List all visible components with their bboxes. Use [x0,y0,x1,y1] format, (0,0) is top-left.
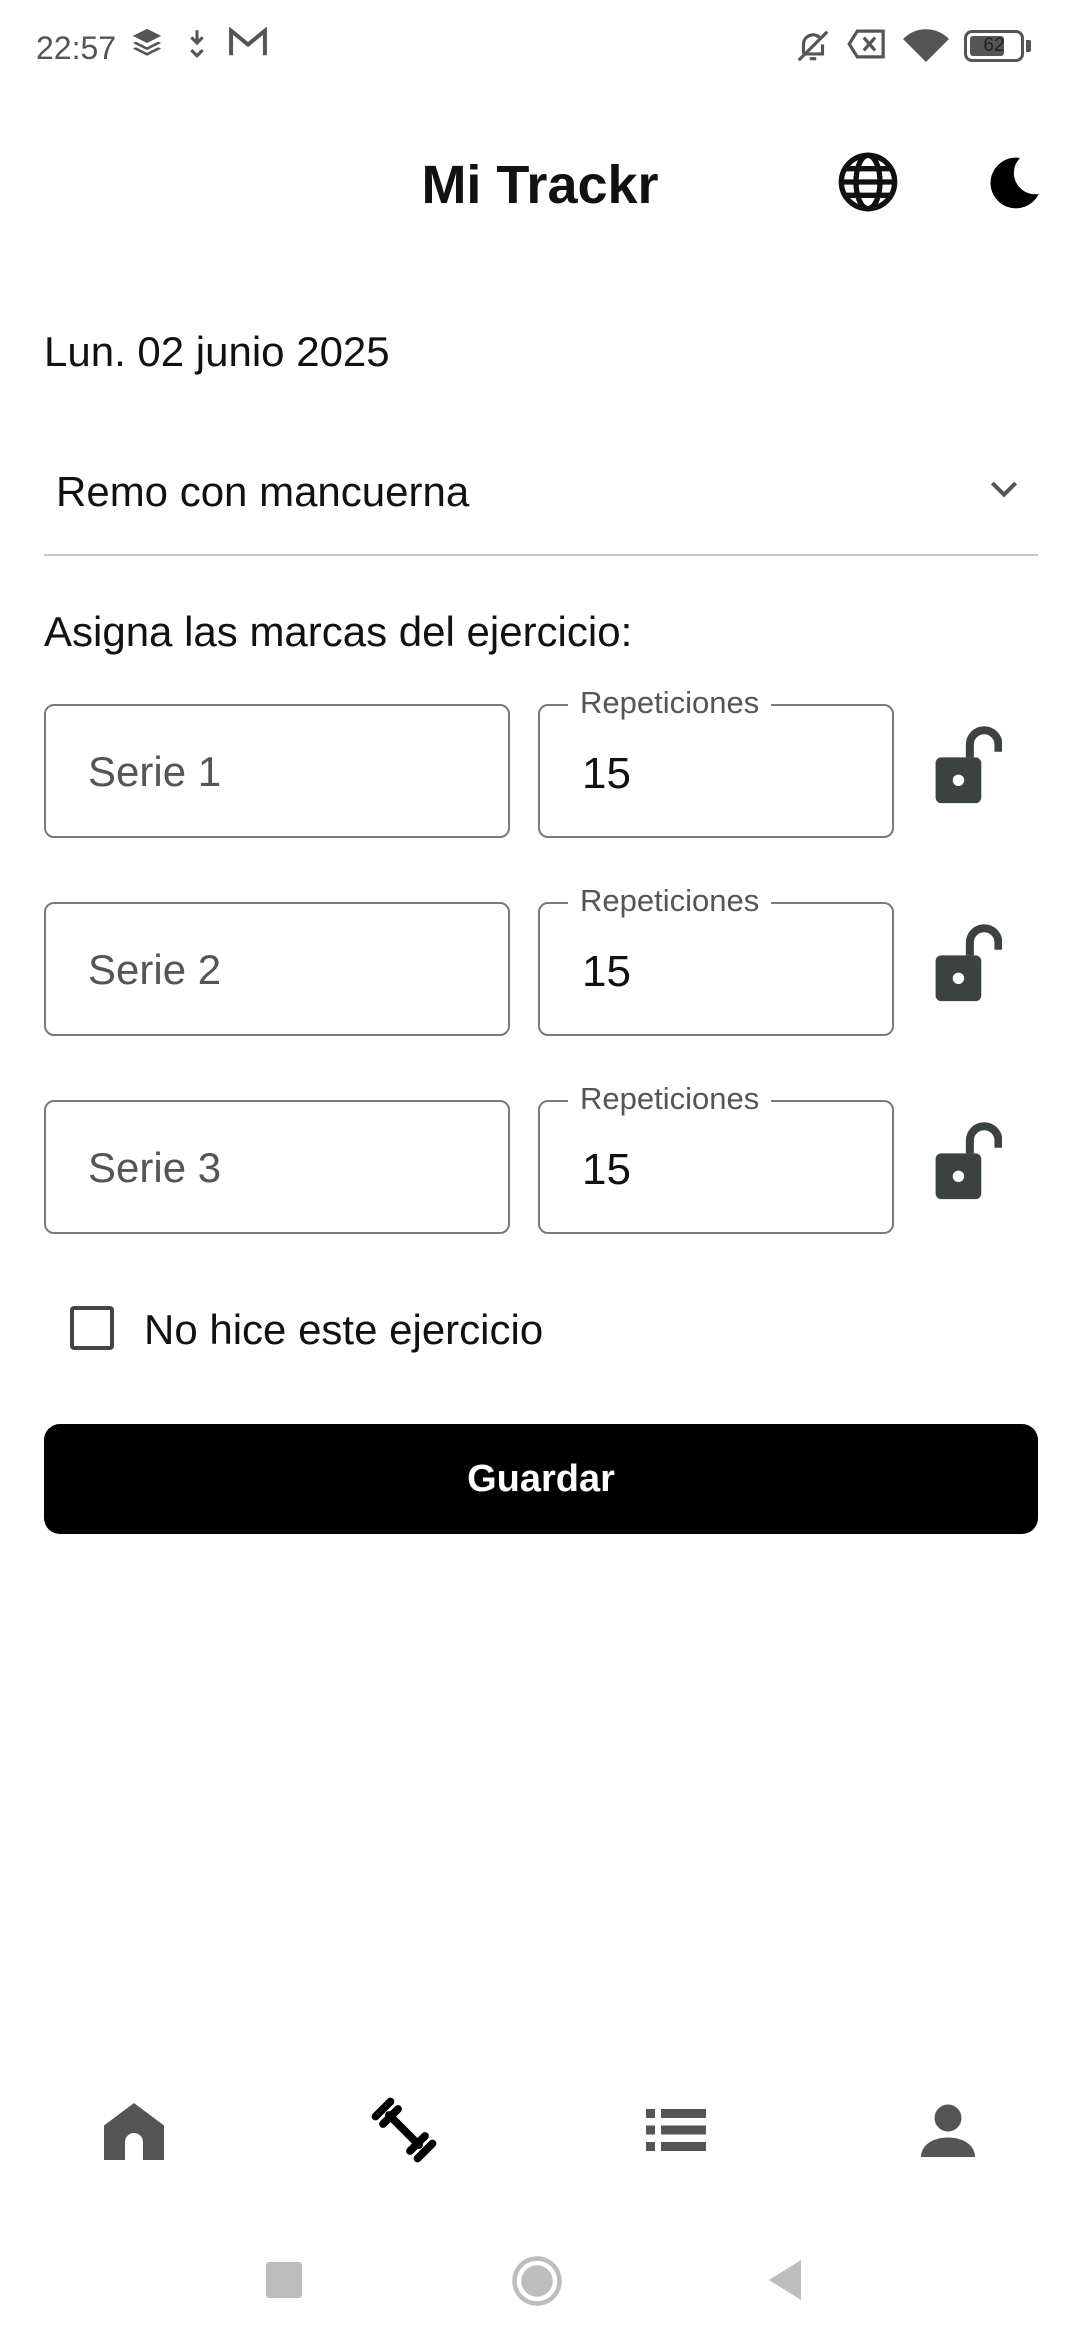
lock-open-icon[interactable] [932,726,1002,806]
exercise-select[interactable]: Remo con mancuerna [44,440,1038,556]
battery-level: 62 [983,35,1005,56]
back-button[interactable] [764,2258,806,2302]
serie-1-reps-field[interactable]: Repeticiones 15 [538,684,894,838]
serie-2-reps-field[interactable]: Repeticiones 15 [538,882,894,1036]
serie-3-reps-field[interactable]: Repeticiones 15 [538,1080,894,1234]
serie-3-reps-value: 15 [582,1145,631,1194]
skip-exercise-label[interactable]: No hice este ejercicio [144,1304,543,1356]
bell-muted-icon [797,30,829,62]
layers-icon [132,28,162,56]
serie-2-reps-value: 15 [582,947,631,996]
recents-button[interactable] [266,2262,302,2298]
save-button[interactable]: Guardar [44,1424,1038,1534]
serie-1-value: Serie 1 [88,748,222,795]
person-icon[interactable] [912,2094,984,2166]
reps-label: Repeticiones [568,1080,772,1118]
serie-1-field[interactable]: Serie 1 [44,704,510,838]
serie-2-value: Serie 2 [88,946,222,993]
lock-open-icon[interactable] [932,1122,1002,1202]
list-icon[interactable] [640,2094,712,2166]
moon-icon[interactable] [980,150,1044,214]
status-bar: 22:57 62 [0,0,1080,96]
app-title: Mi Trackr [421,155,659,215]
serie-3-field[interactable]: Serie 3 [44,1100,510,1234]
download-icon [190,30,204,58]
exercise-select-value: Remo con mancuerna [56,468,470,515]
status-time: 22:57 [36,30,117,66]
home-icon[interactable] [98,2094,170,2166]
date-label: Lun. 02 junio 2025 [44,328,390,375]
reps-label: Repeticiones [568,882,772,920]
gmail-icon [229,26,267,56]
battery-icon: 62 [964,30,1024,62]
serie-2-field[interactable]: Serie 2 [44,902,510,1036]
home-system-button[interactable] [510,2254,564,2308]
reps-label: Repeticiones [568,684,772,722]
serie-1-reps-value: 15 [582,749,631,798]
wifi-icon [903,29,949,62]
data-off-icon [847,29,885,59]
lock-open-icon[interactable] [932,924,1002,1004]
serie-3-value: Serie 3 [88,1144,222,1191]
chevron-down-icon [990,481,1018,498]
battery-tip [1026,40,1031,52]
instructions-label: Asigna las marcas del ejercicio: [44,608,633,655]
skip-exercise-checkbox[interactable] [70,1306,114,1350]
globe-icon[interactable] [836,150,900,214]
dumbbell-icon[interactable] [368,2094,440,2166]
